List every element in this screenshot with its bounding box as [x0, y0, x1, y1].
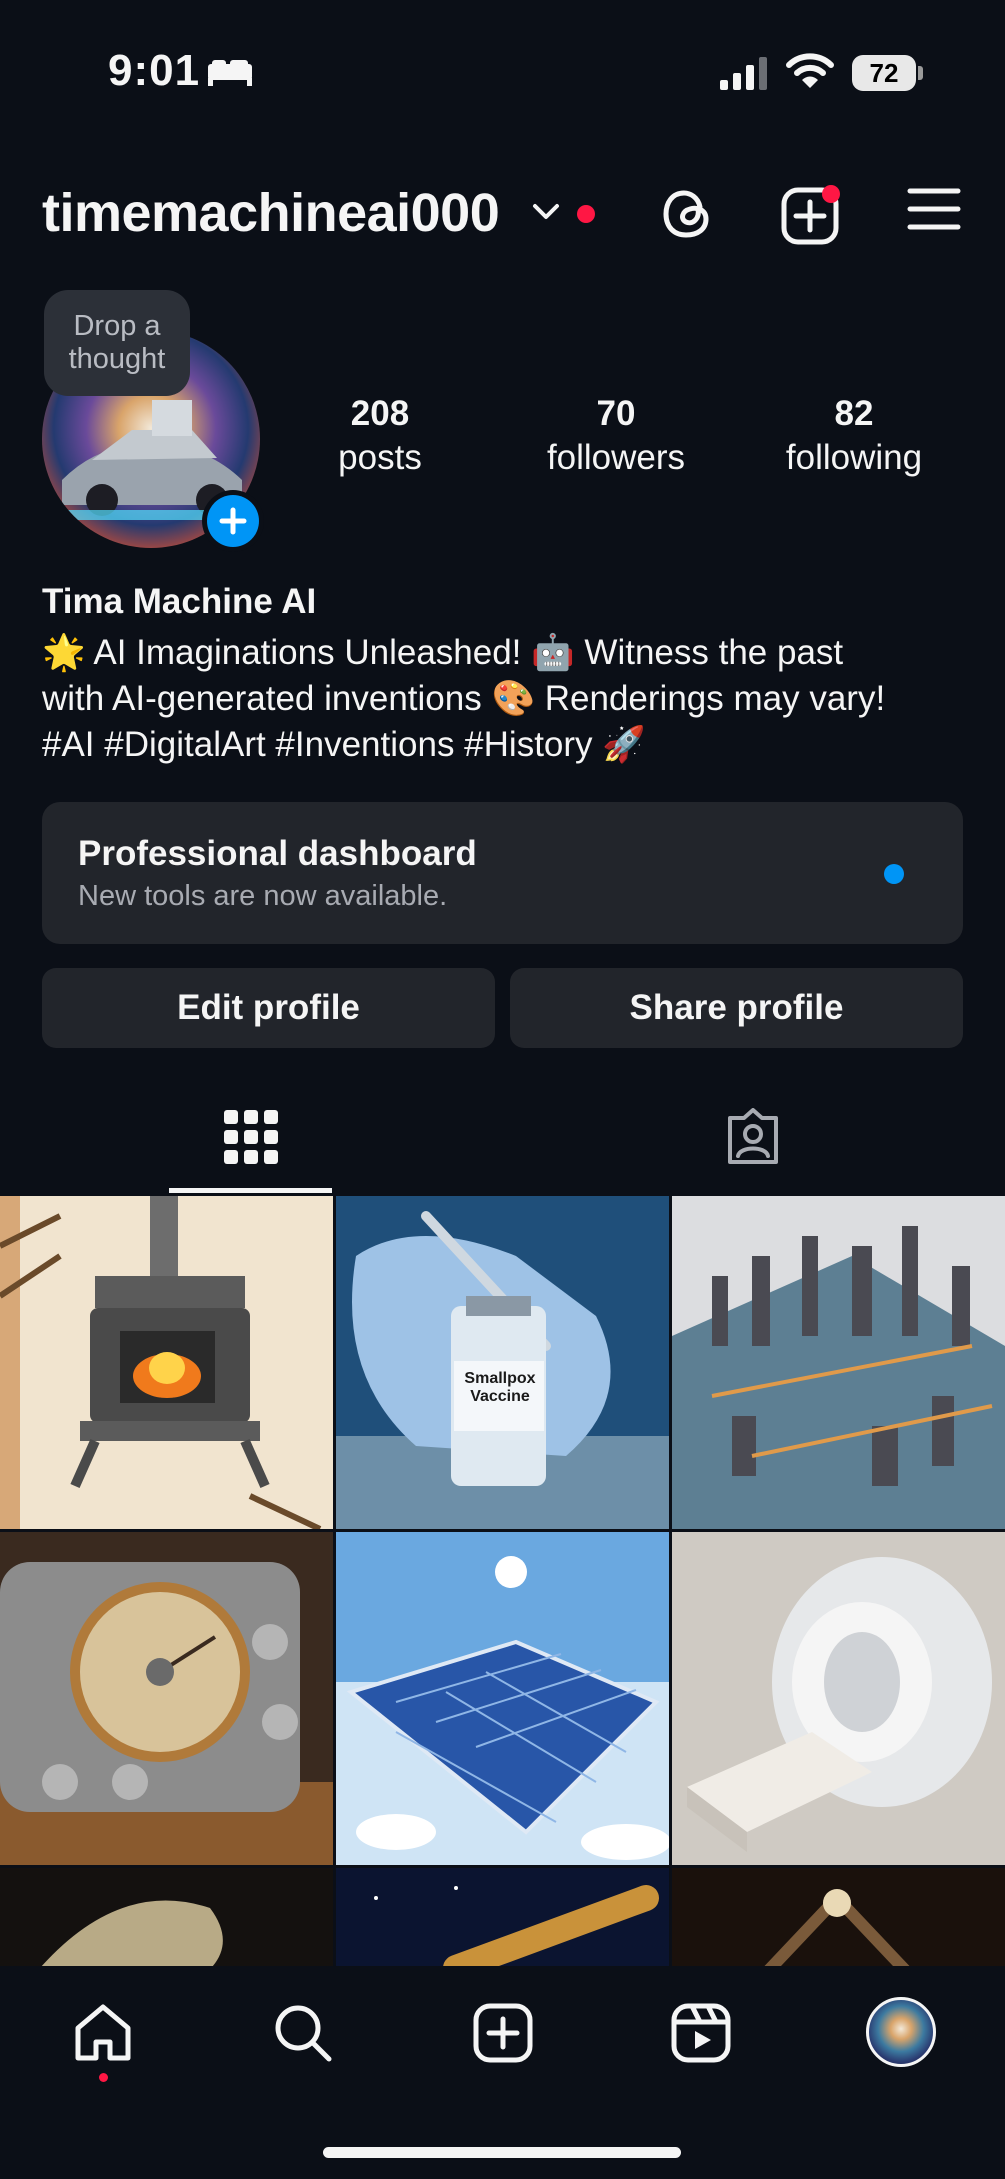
post-thumbnail-vaccine[interactable]: Smallpox Vaccine: [336, 1196, 669, 1529]
dashboard-subtitle: New tools are now available.: [78, 880, 448, 912]
grid-icon[interactable]: [224, 1110, 278, 1164]
profile-name: Tima Machine AI: [42, 582, 317, 621]
post-thumbnail-radio[interactable]: [0, 1532, 333, 1865]
edit-profile-button[interactable]: Edit profile: [42, 968, 495, 1048]
vaccine-label-1: Smallpox: [464, 1370, 536, 1387]
followers-count: 70: [596, 394, 636, 433]
posts-label: posts: [338, 438, 422, 477]
battery-icon: 72: [852, 55, 916, 91]
share-profile-button[interactable]: Share profile: [510, 968, 963, 1048]
search-icon[interactable]: [272, 2002, 334, 2064]
bio-line[interactable]: #AI #DigitalArt #Inventions #History 🚀: [42, 722, 982, 768]
post-thumbnail-telescope[interactable]: [336, 1868, 669, 1966]
battery-cap: [918, 66, 923, 80]
home-icon[interactable]: [72, 2002, 134, 2064]
post-thumbnail-gramophone[interactable]: [0, 1868, 333, 1966]
reels-icon[interactable]: [670, 2002, 732, 2064]
plus-icon: [219, 507, 247, 535]
threads-icon[interactable]: [660, 185, 716, 243]
create-icon[interactable]: [780, 185, 842, 247]
profile-avatar[interactable]: [866, 1997, 936, 2067]
create-icon[interactable]: [472, 2002, 534, 2064]
post-thumbnail-solar-panel[interactable]: [336, 1532, 669, 1865]
bio-line: 🌟 AI Imaginations Unleashed! 🤖 Witness t…: [42, 633, 844, 672]
stat-posts[interactable]: 208 posts: [320, 392, 440, 480]
followers-label: followers: [546, 438, 686, 477]
chevron-down-icon[interactable]: [532, 202, 560, 222]
dashboard-notification-dot: [884, 864, 904, 884]
dashboard-title: Professional dashboard: [78, 834, 477, 873]
bed-icon: [208, 60, 252, 86]
home-indicator[interactable]: [323, 2147, 681, 2158]
status-time: 9:01: [108, 46, 201, 95]
account-notification-dot: [577, 205, 595, 223]
home-notification-dot: [99, 2073, 108, 2082]
post-thumbnail-mri-machine[interactable]: [672, 1532, 1005, 1865]
post-thumbnail-tripod[interactable]: [672, 1868, 1005, 1966]
post-thumbnail-circuit-city[interactable]: [672, 1196, 1005, 1529]
menu-icon[interactable]: [906, 185, 962, 233]
add-story-button[interactable]: [202, 490, 264, 552]
post-thumbnail-stove[interactable]: [0, 1196, 333, 1529]
profile-bio: 🌟 AI Imaginations Unleashed! 🤖 Witness t…: [42, 630, 982, 768]
username[interactable]: timemachineai000: [42, 182, 500, 244]
thought-bubble[interactable]: Drop a thought: [44, 290, 190, 396]
active-tab-indicator: [169, 1188, 332, 1193]
tagged-icon[interactable]: [724, 1108, 782, 1166]
stat-followers[interactable]: 70 followers: [530, 392, 702, 480]
bio-line: with AI-generated inventions 🎨 Rendering…: [42, 679, 886, 718]
signal-icon: [720, 57, 767, 90]
wifi-icon: [786, 53, 834, 88]
posts-count: 208: [350, 394, 410, 433]
following-label: following: [785, 438, 923, 477]
posts-grid: Smallpox Vaccine: [0, 1196, 1005, 1966]
stat-following[interactable]: 82 following: [768, 392, 940, 480]
vaccine-label-2: Vaccine: [470, 1388, 530, 1405]
following-count: 82: [834, 394, 874, 433]
